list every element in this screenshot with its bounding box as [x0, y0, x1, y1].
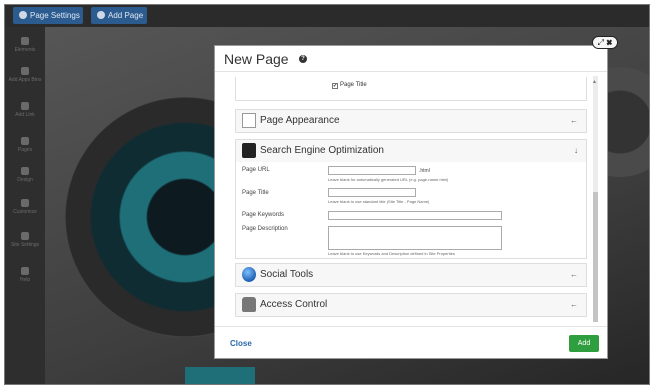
accent-strip [185, 367, 255, 384]
monitor-icon [21, 167, 29, 175]
plus-icon [21, 67, 29, 75]
help-icon[interactable]: ? [299, 55, 307, 63]
chevron-left-icon: ← [570, 116, 578, 125]
page-settings-label: Page Settings [30, 11, 80, 20]
add-page-icon [97, 11, 105, 19]
page-url-label: Page URL [242, 167, 270, 173]
sidebar-item-design[interactable]: Design [5, 167, 45, 183]
panel-title: Access Control [260, 299, 328, 310]
close-button[interactable]: Close [230, 339, 252, 348]
add-button[interactable]: Add [569, 335, 599, 352]
binoculars-icon [242, 143, 256, 158]
dialog-scroll-area[interactable]: ✔ Page Title Page Appearance ← Search Eng… [215, 73, 609, 323]
sidebar: Elements Add Apps Btns Add Link Pages De… [5, 27, 45, 384]
sidebar-item-label: Site Settings [10, 242, 40, 248]
sidebar-item-help[interactable]: Help [5, 267, 45, 283]
page-title-checkbox-label: Page Title [340, 82, 367, 88]
dialog-header: New Page ? [215, 46, 607, 72]
panel-header[interactable]: Search Engine Optimization ↓ [236, 140, 586, 162]
page-title-label: Page Title [242, 190, 269, 196]
new-page-dialog: New Page ? ✔ Page Title Page Appearance ←… [214, 45, 608, 359]
grid-icon [21, 37, 29, 45]
sidebar-item-label: Add Apps Btns [8, 77, 42, 83]
chevron-down-icon: ↓ [574, 146, 578, 155]
chevron-left-icon: ← [570, 270, 578, 279]
list-icon [21, 137, 29, 145]
sidebar-item-customize[interactable]: Customize [5, 199, 45, 215]
sidebar-item-label: Help [19, 277, 31, 283]
add-page-label: Add Page [108, 11, 144, 20]
sidebar-item-site-settings[interactable]: Site Settings [5, 232, 45, 248]
question-icon [21, 267, 29, 275]
page-title-help: Leave blank to use standard title (Site … [328, 199, 430, 204]
globe-icon [242, 267, 256, 282]
page-url-help: Leave blank for automatically generated … [328, 177, 449, 182]
panel-title: Search Engine Optimization [260, 145, 384, 156]
seo-panel[interactable]: Search Engine Optimization ↓ Page URL .h… [235, 139, 587, 259]
panel-title: Page Appearance [260, 115, 340, 126]
panel-header[interactable]: Page Appearance ← [236, 110, 586, 132]
gear-icon [19, 11, 27, 19]
page-description-help: Leave blank to use Keywords and Descript… [328, 251, 455, 256]
sidebar-item-add-apps[interactable]: Add Apps Btns [5, 67, 45, 83]
gear-icon [21, 232, 29, 240]
panel-title: Social Tools [260, 269, 314, 280]
sidebar-item-add-link[interactable]: Add Link [5, 102, 45, 118]
sidebar-item-label: Customize [13, 209, 37, 215]
dialog-window-controls[interactable]: ⤢ ✖ [592, 36, 618, 49]
social-tools-panel[interactable]: Social Tools ← [235, 263, 587, 287]
page-title-checkbox-row[interactable]: ✔ Page Title [332, 82, 367, 89]
sidebar-item-elements[interactable]: Elements [5, 37, 45, 53]
checkbox-checked-icon[interactable]: ✔ [332, 83, 338, 89]
chevron-left-icon: ← [570, 300, 578, 309]
add-page-button[interactable]: Add Page [91, 7, 147, 24]
top-toolbar: Page Settings Add Page [5, 5, 649, 27]
scrollbar-thumb[interactable] [593, 192, 598, 322]
page-keywords-label: Page Keywords [242, 212, 285, 218]
scrollbar[interactable] [593, 76, 598, 322]
sidebar-item-label: Add Link [15, 112, 35, 118]
panel-header[interactable]: Access Control ← [236, 294, 586, 316]
page-settings-button[interactable]: Page Settings [13, 7, 83, 24]
drop-icon [21, 199, 29, 207]
sidebar-item-label: Elements [14, 47, 36, 53]
page-title-input[interactable] [328, 188, 416, 197]
lock-icon [242, 297, 256, 312]
scroll-up-icon[interactable]: ▲ [592, 79, 597, 85]
sidebar-item-pages[interactable]: Pages [5, 137, 45, 153]
dialog-footer: Close Add [215, 326, 607, 360]
dialog-title: New Page [224, 51, 289, 67]
sidebar-item-label: Pages [17, 147, 33, 153]
page-appearance-panel[interactable]: Page Appearance ← [235, 109, 587, 133]
page-url-input[interactable] [328, 166, 416, 175]
page-description-textarea[interactable] [328, 226, 502, 250]
url-suffix: .html [419, 168, 430, 174]
panel-header[interactable]: Social Tools ← [236, 264, 586, 286]
sidebar-item-label: Design [17, 177, 33, 183]
document-icon [242, 113, 256, 128]
page-description-label: Page Description [242, 226, 288, 232]
general-panel: ✔ Page Title [235, 77, 587, 101]
access-control-panel[interactable]: Access Control ← [235, 293, 587, 317]
page-keywords-input[interactable] [328, 211, 502, 220]
plus-icon [21, 102, 29, 110]
